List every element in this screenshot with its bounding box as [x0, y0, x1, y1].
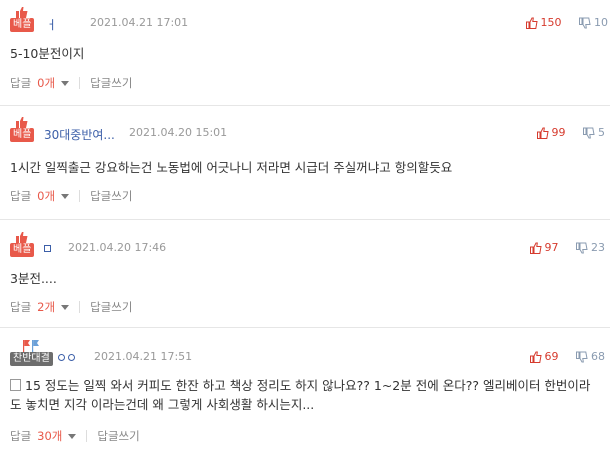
thumbs-down-icon — [576, 351, 588, 362]
reply-bar: 답글 2개 답글쓰기 — [10, 299, 132, 315]
flag-icon — [23, 340, 39, 352]
chevron-down-icon[interactable] — [68, 433, 77, 439]
comment-author[interactable]: 30대중반여... — [44, 126, 115, 143]
circle-glyph-icon — [58, 354, 65, 361]
thumbs-down-icon — [583, 127, 595, 138]
upvote-button[interactable]: 69 — [529, 350, 559, 363]
reply-count[interactable]: 0개 — [37, 188, 55, 204]
comment-date: 2021.04.21 17:51 — [94, 350, 193, 363]
divider — [0, 327, 610, 328]
debate-badge-label: 찬반대결 — [10, 352, 53, 366]
separator — [86, 430, 88, 442]
divider — [0, 219, 610, 220]
thumbs-up-icon — [536, 127, 549, 139]
debate-badge: 찬반대결 — [10, 340, 56, 366]
best-badge-label: 베플 — [10, 18, 35, 32]
vote-group: 150 10 — [512, 16, 608, 32]
downvote-button[interactable]: 23 — [576, 241, 605, 254]
downvote-count: 68 — [591, 350, 605, 363]
thumbs-down-icon — [579, 17, 591, 28]
comment-date: 2021.04.21 17:01 — [90, 16, 189, 29]
thumbs-up-icon — [529, 242, 542, 254]
write-reply-button[interactable]: 답글쓰기 — [97, 428, 139, 444]
upvote-button[interactable]: 150 — [525, 16, 562, 29]
downvote-count: 10 — [594, 16, 608, 29]
comment-text: 5-10분전이지 — [10, 46, 85, 61]
chevron-down-icon[interactable] — [61, 304, 70, 310]
comment-text: 1시간 일찍출근 강요하는건 노동법에 어긋나니 저라면 시급더 주실꺼냐고 항… — [10, 160, 453, 175]
document-icon — [10, 379, 21, 391]
separator — [79, 77, 81, 89]
downvote-count: 5 — [598, 126, 605, 139]
separator — [79, 301, 81, 313]
reply-label: 답글 — [10, 300, 32, 314]
reply-label: 답글 — [10, 189, 32, 203]
comment-text: 3분전.... — [10, 271, 57, 286]
thumbs-up-icon — [529, 351, 542, 363]
chevron-down-icon[interactable] — [61, 193, 70, 199]
comment-author[interactable]: ㅓ — [46, 16, 57, 33]
thumbs-up-icon — [16, 117, 28, 128]
thumbs-up-icon — [16, 7, 28, 18]
comment-author[interactable]: ㅇㅇ — [58, 350, 78, 364]
comment-author[interactable]: ㅁ — [44, 241, 53, 255]
comment-date: 2021.04.20 15:01 — [129, 126, 228, 139]
comment-header: 베플 ㅁ 2021.04.20 17:46 97 — [10, 231, 605, 257]
comment-header: 베플 30대중반여... 2021.04.20 15:01 99 5 — [10, 116, 605, 143]
best-badge: 베플 — [10, 6, 40, 32]
upvote-button[interactable]: 97 — [529, 241, 559, 254]
upvote-count: 150 — [540, 16, 562, 29]
comment-text-block: 15 정도는 일찍 와서 커피도 한잔 하고 책상 정리도 하지 않나요?? 1… — [10, 376, 600, 414]
reply-count[interactable]: 0개 — [37, 75, 55, 91]
best-badge: 베플 — [10, 116, 40, 142]
write-reply-button[interactable]: 답글쓰기 — [90, 75, 132, 91]
reply-bar: 답글 0개 답글쓰기 — [10, 75, 132, 91]
downvote-count: 23 — [591, 241, 605, 254]
reply-count[interactable]: 30개 — [37, 428, 62, 444]
reply-label: 답글 — [10, 76, 32, 90]
reply-bar: 답글 30개 답글쓰기 — [10, 428, 140, 444]
vote-group: 69 68 — [516, 350, 605, 366]
downvote-button[interactable]: 68 — [576, 350, 605, 363]
best-badge: 베플 — [10, 231, 40, 257]
reply-count[interactable]: 2개 — [37, 299, 55, 315]
upvote-count: 69 — [544, 350, 559, 363]
comment-list: 베플 ㅓ 2021.04.21 17:01 150 10 5-10분전이지 답글… — [0, 0, 610, 457]
best-badge-label: 베플 — [10, 128, 35, 142]
thumbs-up-icon — [525, 17, 538, 29]
square-glyph-icon — [44, 245, 51, 252]
thumbs-up-icon — [16, 232, 28, 243]
circle-glyph-icon — [68, 354, 75, 361]
write-reply-button[interactable]: 답글쓰기 — [90, 188, 132, 204]
reply-label: 답글 — [10, 429, 32, 443]
upvote-count: 97 — [544, 241, 559, 254]
downvote-button[interactable]: 5 — [583, 126, 605, 139]
write-reply-button[interactable]: 답글쓰기 — [90, 299, 132, 315]
divider — [0, 105, 610, 106]
comment-date: 2021.04.20 17:46 — [68, 241, 167, 254]
chevron-down-icon[interactable] — [61, 80, 70, 86]
comment-text: 15 정도는 일찍 와서 커피도 한잔 하고 책상 정리도 하지 않나요?? 1… — [10, 378, 591, 412]
comment-header: 찬반대결 ㅇㅇ 2021.04.21 17:51 69 — [10, 340, 605, 366]
best-badge-label: 베플 — [10, 243, 35, 257]
downvote-button[interactable]: 10 — [579, 16, 608, 29]
upvote-button[interactable]: 99 — [536, 126, 566, 139]
comment-header: 베플 ㅓ 2021.04.21 17:01 150 10 — [10, 6, 608, 33]
vote-group: 97 23 — [516, 241, 605, 257]
separator — [79, 190, 81, 202]
reply-bar: 답글 0개 답글쓰기 — [10, 188, 132, 204]
thumbs-down-icon — [576, 242, 588, 253]
vote-group: 99 5 — [523, 126, 605, 142]
upvote-count: 99 — [551, 126, 566, 139]
